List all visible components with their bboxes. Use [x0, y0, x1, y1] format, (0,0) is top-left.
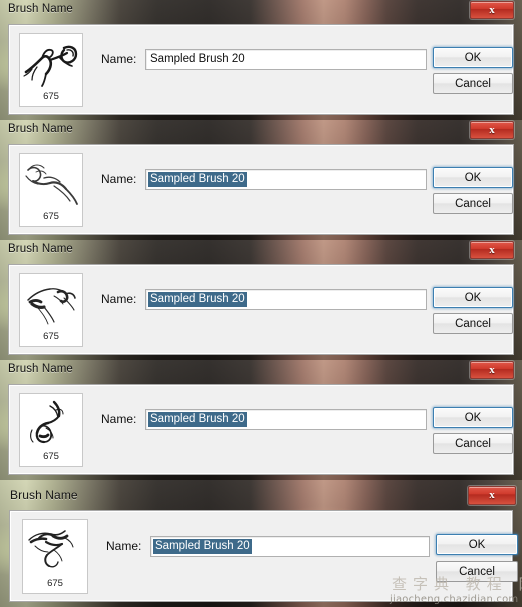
brush-preview-thumbnail: 675 [19, 393, 83, 467]
name-label: Name: [101, 172, 137, 186]
title-bar: Brush Name x [0, 485, 522, 507]
brush-name-input[interactable]: Sampled Brush 20 [145, 289, 427, 310]
title-bar: Brush Name x [0, 360, 522, 382]
dialog-body: 675 Name: Sampled Brush 20 OK Cancel [8, 144, 514, 235]
brush-stroke-icon [25, 164, 78, 205]
close-button[interactable]: x [468, 486, 516, 505]
ok-button-label: OK [464, 411, 482, 424]
cancel-button[interactable]: Cancel [433, 433, 513, 454]
dialog-title: Brush Name [8, 243, 73, 255]
brush-name-dialog-3: Brush Name x 675 Name: Sampled Brush 20 … [0, 240, 522, 360]
brush-preview-thumbnail: 675 [19, 273, 83, 347]
cancel-button[interactable]: Cancel [433, 313, 513, 334]
name-label: Name: [101, 292, 137, 306]
dialog-title: Brush Name [8, 123, 73, 135]
watermark-url: jiaocheng.chazidian.com [390, 594, 519, 605]
brush-name-dialog-2: Brush Name x 675 Name: Sampled Brush 20 … [0, 120, 522, 240]
ok-button-label: OK [464, 51, 482, 64]
brush-name-value: Sampled Brush 20 [150, 53, 245, 65]
dialog-body: 675 Name: Sampled Brush 20 OK Cancel [8, 264, 514, 355]
ok-button[interactable]: OK [433, 287, 513, 308]
brush-size-value: 675 [47, 578, 63, 589]
brush-name-input[interactable]: Sampled Brush 20 [150, 536, 430, 557]
title-bar: Brush Name x [0, 240, 522, 262]
close-icon: x [489, 123, 495, 136]
dialog-stack: Brush Name x 675 Name: Sampled Brush 20 … [0, 0, 522, 607]
ok-button[interactable]: OK [436, 534, 518, 555]
cancel-button-label: Cancel [455, 317, 491, 330]
brush-name-input[interactable]: Sampled Brush 20 [145, 409, 427, 430]
brush-name-dialog-5: Brush Name x 675 Name: Sampled Brush 20 … [0, 480, 522, 607]
cancel-button-label: Cancel [455, 437, 491, 450]
close-button[interactable]: x [470, 361, 514, 379]
watermark-chinese: 查字典 教程 网 [392, 575, 522, 593]
ok-button-label: OK [464, 291, 482, 304]
brush-preview-thumbnail: 675 [19, 33, 83, 107]
cancel-button-label: Cancel [455, 197, 491, 210]
name-label: Name: [106, 539, 142, 553]
brush-name-input[interactable]: Sampled Brush 20 [145, 169, 427, 190]
brush-name-value: Sampled Brush 20 [148, 172, 247, 187]
dialog-title: Brush Name [8, 3, 73, 15]
dialog-title: Brush Name [10, 488, 78, 502]
brush-stroke-icon [28, 530, 74, 568]
brush-name-input[interactable]: Sampled Brush 20 [145, 49, 427, 70]
close-button[interactable]: x [470, 241, 514, 259]
name-label: Name: [101, 412, 137, 426]
brush-name-value: Sampled Brush 20 [148, 412, 247, 427]
brush-stroke-icon [27, 288, 76, 325]
brush-size-value: 675 [43, 451, 59, 462]
ok-button[interactable]: OK [433, 407, 513, 428]
brush-size-value: 675 [43, 91, 59, 102]
brush-size-value: 675 [43, 331, 59, 342]
brush-stroke-icon [30, 400, 64, 444]
cancel-button-label: Cancel [455, 77, 491, 90]
close-button[interactable]: x [470, 1, 514, 19]
title-bar: Brush Name x [0, 120, 522, 142]
brush-size-value: 675 [43, 211, 59, 222]
ok-button[interactable]: OK [433, 167, 513, 188]
dialog-title: Brush Name [8, 363, 73, 375]
brush-preview-thumbnail: 675 [22, 519, 88, 594]
cancel-button[interactable]: Cancel [433, 193, 513, 214]
brush-name-value: Sampled Brush 20 [148, 292, 247, 307]
brush-name-value: Sampled Brush 20 [153, 539, 252, 554]
title-bar: Brush Name x [0, 0, 522, 22]
ok-button[interactable]: OK [433, 47, 513, 68]
dialog-body: 675 Name: Sampled Brush 20 OK Cancel 查字典… [9, 510, 522, 602]
ok-button-label: OK [464, 171, 482, 184]
brush-name-dialog-1: Brush Name x 675 Name: Sampled Brush 20 … [0, 0, 522, 120]
dialog-body: 675 Name: Sampled Brush 20 OK Cancel [8, 24, 514, 115]
close-icon: x [489, 3, 495, 16]
dialog-body: 675 Name: Sampled Brush 20 OK Cancel [8, 384, 514, 475]
close-button[interactable]: x [470, 121, 514, 139]
ok-button-label: OK [468, 538, 486, 551]
brush-name-dialog-4: Brush Name x 675 Name: Sampled Brush 20 … [0, 360, 522, 480]
close-icon: x [489, 363, 495, 376]
brush-preview-thumbnail: 675 [19, 153, 83, 227]
name-label: Name: [101, 52, 137, 66]
close-icon: x [489, 489, 495, 501]
brush-stroke-icon [23, 45, 78, 87]
cancel-button[interactable]: Cancel [433, 73, 513, 94]
close-icon: x [489, 243, 495, 256]
